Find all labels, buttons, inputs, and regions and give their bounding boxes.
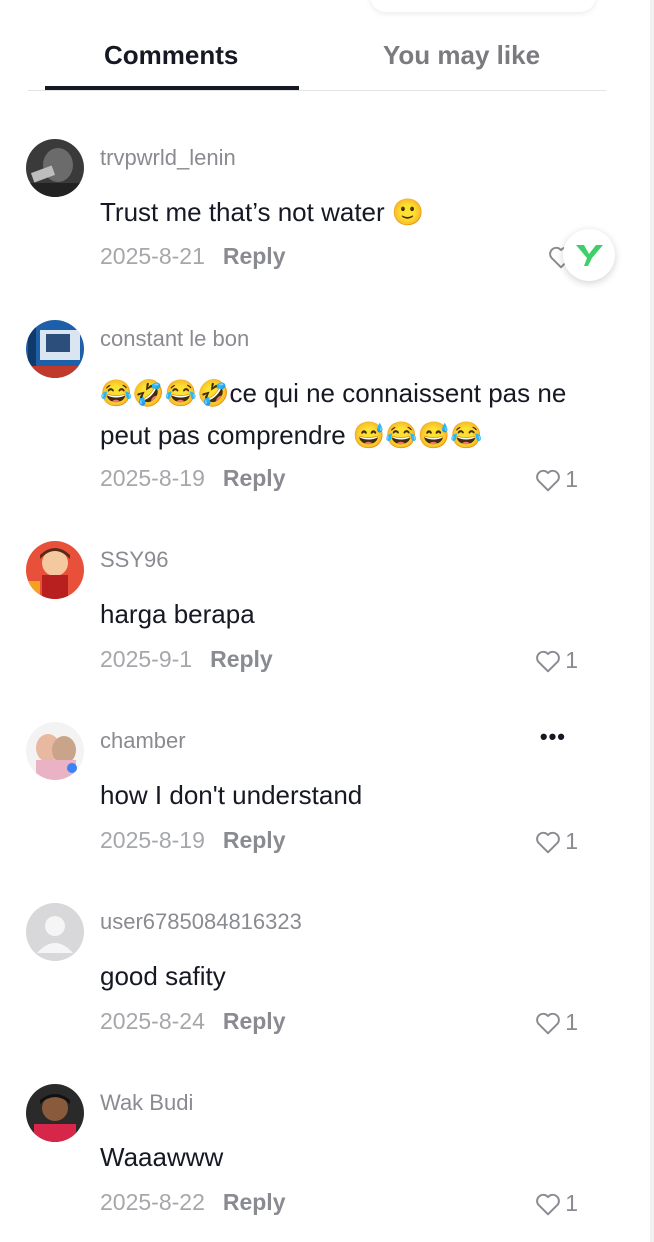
comment-date: 2025-8-24 (100, 1008, 205, 1034)
comment-text: Trust me that’s not water 🙂 (100, 197, 425, 227)
comment-username[interactable]: chamber (100, 728, 186, 754)
comment-date: 2025-8-19 (100, 465, 205, 491)
comment-text: Waaawww (100, 1142, 224, 1172)
comment-item: Wak Budi Waaawww 2025-8-22 Reply 1 (26, 1084, 616, 1224)
comment-meta: 2025-8-19 Reply (100, 465, 286, 492)
like-button[interactable]: 1 (535, 828, 578, 855)
avatar[interactable] (26, 722, 84, 780)
comment-meta: 2025-8-19 Reply (100, 827, 286, 854)
comment-item: constant le bon 😂🤣😂🤣ce qui ne connaissen… (26, 320, 616, 500)
like-count: 1 (565, 647, 578, 673)
comment-date: 2025-8-22 (100, 1189, 205, 1215)
comment-meta: 2025-9-1 Reply (100, 646, 273, 673)
like-button[interactable]: 1 (535, 1190, 578, 1217)
comment-text: how I don't understand (100, 780, 363, 810)
comment-text: 😂🤣😂🤣ce qui ne connaissent pas ne peut pa… (100, 378, 567, 450)
comment-meta: 2025-8-22 Reply (100, 1189, 286, 1216)
like-count: 1 (565, 828, 578, 854)
comment-username[interactable]: trvpwrld_lenin (100, 145, 236, 171)
comment-username[interactable]: constant le bon (100, 326, 249, 352)
comment-text: good safity (100, 961, 226, 991)
avatar[interactable] (26, 139, 84, 197)
reply-button[interactable]: Reply (223, 1008, 286, 1034)
like-count: 1 (565, 1190, 578, 1216)
tab-you-may-like[interactable]: You may like (383, 40, 540, 71)
like-count: 1 (565, 466, 578, 492)
avatar[interactable] (26, 320, 84, 378)
comment-date: 2025-9-1 (100, 646, 193, 672)
heart-outline-icon (536, 1012, 561, 1034)
scrollbar-track[interactable] (650, 0, 654, 1242)
like-button[interactable]: 1 (535, 647, 578, 674)
comment-username[interactable]: user6785084816323 (100, 909, 302, 935)
reply-button[interactable]: Reply (223, 465, 286, 491)
avatar[interactable] (26, 541, 84, 599)
comment-item: user6785084816323 good safity 2025-8-24 R… (26, 903, 616, 1043)
like-count: 1 (565, 1009, 578, 1035)
comment-text: harga berapa (100, 599, 255, 629)
reply-button[interactable]: Reply (223, 827, 286, 853)
comment-meta: 2025-8-21 Reply (100, 243, 286, 270)
comment-item: trvpwrld_lenin Trust me that’s not water… (26, 139, 616, 279)
floating-logo-button[interactable] (563, 229, 615, 281)
heart-outline-icon (536, 1193, 561, 1215)
comments-tab-bar: Comments You may like (28, 30, 606, 91)
avatar[interactable] (26, 903, 84, 961)
active-tab-indicator (45, 86, 299, 90)
comment-date: 2025-8-19 (100, 827, 205, 853)
comment-username[interactable]: Wak Budi (100, 1090, 193, 1116)
comment-item: chamber ••• how I don't understand 2025-… (26, 722, 616, 862)
heart-outline-icon (536, 650, 561, 672)
comment-item: SSY96 harga berapa 2025-9-1 Reply 1 (26, 541, 616, 681)
more-options-icon[interactable]: ••• (540, 724, 566, 750)
heart-outline-icon (536, 831, 561, 853)
tab-comments[interactable]: Comments (104, 40, 238, 71)
reply-button[interactable]: Reply (223, 1189, 286, 1215)
heart-outline-icon (536, 469, 561, 491)
avatar[interactable] (26, 1084, 84, 1142)
comment-date: 2025-8-21 (100, 243, 205, 269)
green-y-logo-icon (576, 245, 603, 266)
comment-meta: 2025-8-24 Reply (100, 1008, 286, 1035)
like-button[interactable]: 1 (535, 1009, 578, 1036)
reply-button[interactable]: Reply (223, 243, 286, 269)
comment-username[interactable]: SSY96 (100, 547, 169, 573)
reply-button[interactable]: Reply (210, 646, 273, 672)
top-search-pill[interactable] (370, 0, 596, 12)
like-button[interactable]: 1 (535, 466, 578, 493)
